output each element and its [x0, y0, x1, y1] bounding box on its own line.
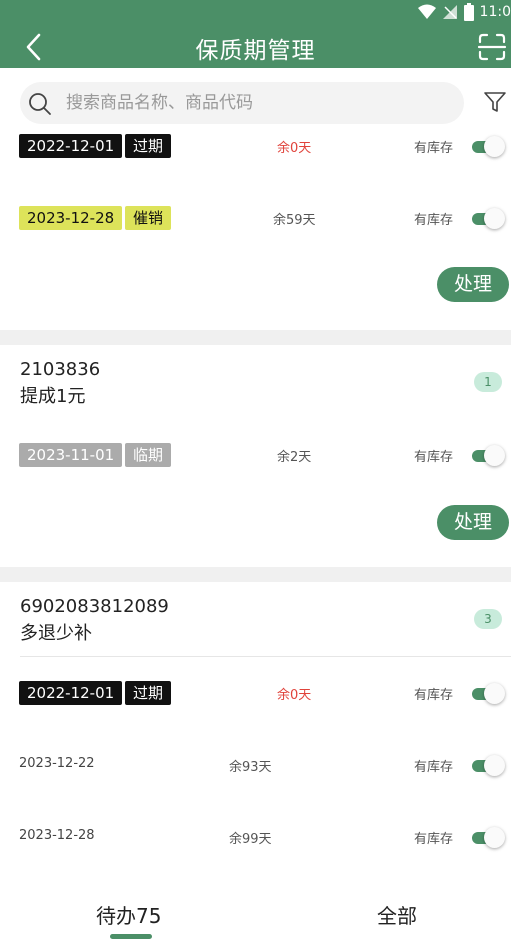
active-tab-indicator	[110, 934, 152, 939]
battery-icon	[463, 3, 474, 21]
status-icons: 11:0	[417, 3, 511, 21]
divider	[20, 656, 511, 657]
search-input[interactable]	[66, 82, 446, 124]
product-card: 2103836 提成1元 1 2023-11-01 临期 余2天 有库存 处理	[0, 345, 511, 567]
status-bar: 11:0	[0, 0, 511, 26]
expiry-date-tag: 2023-12-28	[19, 206, 123, 230]
batch-row: 2022-12-01 过期 余0天 有库存	[0, 131, 511, 161]
stock-toggle[interactable]	[472, 754, 506, 776]
expiry-date-tag: 2022-12-01	[19, 134, 123, 158]
status-tag: 催销	[125, 206, 172, 230]
stock-label: 有库存	[414, 688, 454, 703]
remaining-days: 余93天	[229, 760, 272, 775]
process-button[interactable]: 处理	[437, 505, 509, 540]
status-time: 11:0	[479, 4, 511, 20]
expiry-date: 2023-12-28	[19, 828, 95, 843]
product-name: 多退少补	[20, 623, 92, 644]
stock-toggle[interactable]	[472, 682, 506, 704]
batch-row: 2023-12-28 催销 余59天 有库存	[0, 203, 511, 233]
tab-all[interactable]: 全部	[377, 900, 417, 929]
process-button[interactable]: 处理	[437, 267, 509, 302]
stock-label: 有库存	[414, 832, 454, 847]
batch-row: 2022-12-01 过期 余0天 有库存	[0, 678, 511, 708]
tab-pending[interactable]: 待办75	[96, 900, 161, 929]
expiry-date: 2023-12-22	[19, 756, 95, 771]
scan-button[interactable]	[477, 32, 507, 62]
wifi-icon	[417, 4, 436, 19]
batch-row: 2023-12-22 余93天 有库存	[0, 750, 511, 780]
search-section	[0, 68, 511, 138]
stock-label: 有库存	[414, 450, 454, 465]
stock-label: 有库存	[414, 141, 454, 156]
product-card: 2022-12-01 过期 余0天 有库存 2023-12-28 催销 余59天…	[0, 134, 511, 330]
batch-row: 2023-12-28 余99天 有库存	[0, 822, 511, 852]
status-tag: 过期	[125, 134, 172, 158]
product-name: 提成1元	[20, 386, 86, 407]
stock-toggle[interactable]	[472, 135, 506, 157]
scan-icon	[477, 33, 507, 61]
remaining-days: 余99天	[229, 832, 272, 847]
product-code: 6902083812089	[20, 596, 169, 617]
expiry-date-tag: 2023-11-01	[19, 443, 123, 467]
expiry-date-tag: 2022-12-01	[19, 681, 123, 705]
search-box[interactable]	[20, 82, 464, 124]
product-card: 6902083812089 多退少补 3 2022-12-01 过期 余0天 有…	[0, 582, 511, 882]
product-code: 2103836	[20, 359, 101, 380]
signal-icon	[442, 5, 457, 19]
stock-toggle[interactable]	[472, 444, 506, 466]
remaining-days: 余2天	[277, 450, 312, 465]
status-tag: 临期	[125, 443, 172, 467]
stock-label: 有库存	[414, 760, 454, 775]
filter-button[interactable]	[483, 90, 509, 116]
app-bar: 保质期管理	[0, 26, 511, 68]
stock-label: 有库存	[414, 213, 454, 228]
search-icon	[29, 93, 51, 115]
remaining-days: 余59天	[273, 213, 316, 228]
batch-count-badge: 1	[474, 372, 502, 392]
status-tag: 过期	[125, 681, 172, 705]
stock-toggle[interactable]	[472, 826, 506, 848]
page-title: 保质期管理	[195, 38, 316, 64]
bottom-tab-bar: 待办75 全部	[0, 882, 511, 941]
remaining-days: 余0天	[277, 141, 312, 156]
batch-count-badge: 3	[474, 609, 502, 629]
remaining-days: 余0天	[277, 688, 312, 703]
stock-toggle[interactable]	[472, 207, 506, 229]
filter-icon	[484, 92, 506, 112]
batch-row: 2023-11-01 临期 余2天 有库存	[0, 440, 511, 470]
